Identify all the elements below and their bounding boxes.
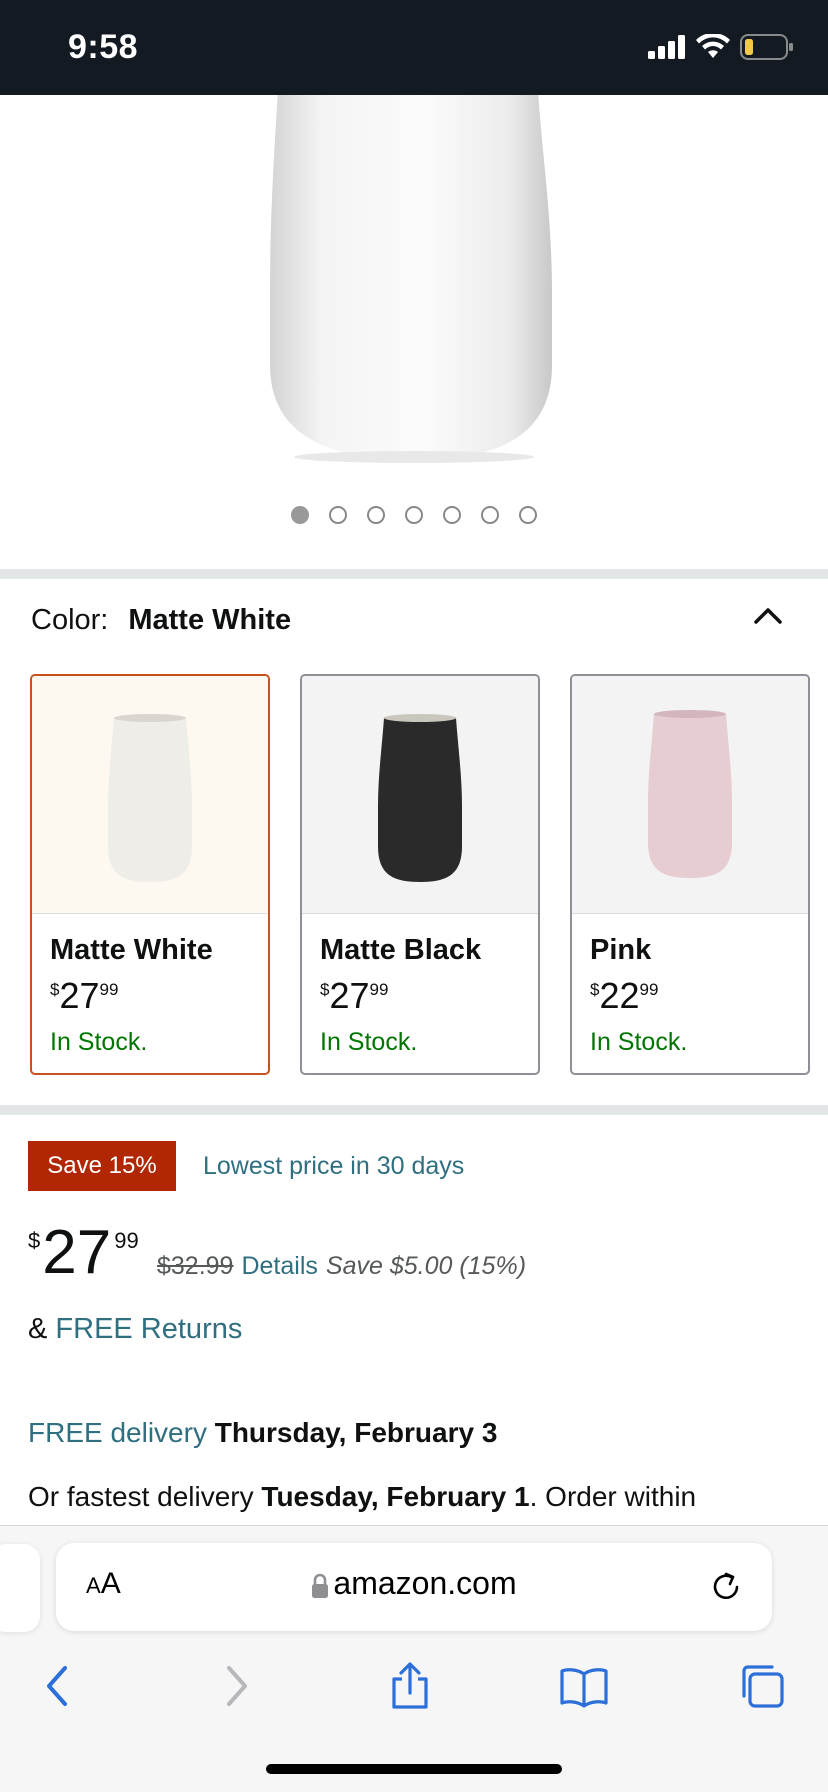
section-divider [0, 569, 828, 579]
book-icon [560, 1668, 608, 1708]
chevron-left-icon [47, 1666, 67, 1706]
deal-badge: Save 15% [28, 1141, 176, 1191]
status-time: 9:58 [68, 28, 139, 66]
selected-color-value: Matte White [128, 604, 292, 636]
fastest-delivery-line: Or fastest delivery Tuesday, February 1.… [28, 1481, 696, 1513]
swatch-pink[interactable]: Pink $ 22 99 In Stock. [570, 674, 810, 1075]
swatch-name: Matte White [50, 934, 213, 966]
lowest-price-note: Lowest price in 30 days [203, 1152, 465, 1180]
fastest-delivery-suffix: . Order within [529, 1481, 697, 1512]
swatch-image [572, 676, 808, 914]
color-label: Color: [31, 604, 109, 636]
reload-icon[interactable] [706, 1567, 746, 1607]
list-price: $32.99 [157, 1252, 234, 1280]
swatch-image [302, 676, 538, 914]
swatch-price: $ 27 99 [50, 975, 119, 1016]
battery-icon [740, 34, 793, 60]
product-hero-image[interactable] [0, 95, 828, 570]
returns-prefix: & [28, 1313, 48, 1345]
page-dot[interactable] [519, 506, 537, 524]
fastest-delivery-prefix: Or fastest delivery [28, 1481, 254, 1512]
url-text: amazon.com [333, 1565, 517, 1601]
price-cents: 99 [114, 1228, 139, 1253]
browser-toolbar: AA amazon.com [0, 1525, 828, 1792]
fastest-delivery-date: Tuesday, February 1 [261, 1481, 530, 1512]
color-swatches: Matte White $ 27 99 In Stock. Matte Blac… [30, 674, 810, 1075]
black-vase-thumbnail [378, 714, 462, 882]
swatch-price: $ 22 99 [590, 975, 659, 1016]
white-vase-thumbnail [108, 714, 192, 882]
address-bar[interactable]: AA amazon.com [56, 1543, 772, 1631]
page-dot[interactable] [329, 506, 347, 524]
bookmarks-button[interactable] [554, 1656, 614, 1716]
vase-image [270, 95, 552, 463]
swatch-price: $ 27 99 [320, 975, 389, 1016]
share-icon [392, 1662, 428, 1709]
free-delivery-line: FREE delivery Thursday, February 3 [28, 1417, 497, 1449]
forward-button[interactable] [206, 1656, 266, 1716]
url-display[interactable]: amazon.com [56, 1565, 772, 1602]
stock-status: In Stock. [320, 1028, 418, 1056]
status-icons [648, 34, 794, 60]
page-dot[interactable] [405, 506, 423, 524]
details-link[interactable]: Details [241, 1252, 317, 1281]
main-price: $ 27 99 [28, 1222, 139, 1284]
home-indicator [266, 1764, 562, 1774]
color-selector-header: Color: Matte White [31, 604, 291, 637]
status-bar: 9:58 [0, 0, 828, 95]
free-delivery-date: Thursday, February 3 [214, 1417, 498, 1448]
swatch-name: Matte Black [320, 934, 482, 966]
section-divider [0, 1105, 828, 1115]
share-button[interactable] [380, 1656, 440, 1716]
page-dot[interactable] [443, 506, 461, 524]
returns-line: & FREE Returns [28, 1313, 242, 1346]
price-currency: $ [28, 1228, 41, 1253]
page-dot[interactable] [481, 506, 499, 524]
page-dot[interactable] [291, 506, 309, 524]
swatch-matte-black[interactable]: Matte Black $ 27 99 In Stock. [300, 674, 540, 1075]
chevron-right-icon [227, 1666, 247, 1706]
stock-status: In Stock. [50, 1028, 148, 1056]
stock-status: In Stock. [590, 1028, 688, 1056]
back-button[interactable] [28, 1656, 88, 1716]
pink-vase-thumbnail [648, 710, 732, 878]
swatch-matte-white[interactable]: Matte White $ 27 99 In Stock. [30, 674, 270, 1075]
price-extra: $32.99 Details Save $5.00 (15%) [157, 1252, 526, 1281]
page-dot[interactable] [367, 506, 385, 524]
swatch-name: Pink [590, 934, 652, 966]
swatch-image [32, 676, 268, 914]
savings-text: Save $5.00 (15%) [325, 1252, 527, 1280]
tabs-icon [742, 1665, 784, 1708]
chevron-up-icon[interactable] [748, 600, 788, 630]
free-delivery-link[interactable]: FREE delivery [28, 1417, 207, 1448]
previous-tab-peek[interactable] [0, 1544, 40, 1632]
free-returns-link[interactable]: FREE Returns [55, 1313, 242, 1345]
tabs-button[interactable] [732, 1656, 792, 1716]
signal-icon [648, 35, 685, 59]
image-pagination[interactable] [0, 506, 828, 524]
browser-nav-row [0, 1656, 828, 1716]
price-whole: 27 [42, 1218, 112, 1287]
wifi-icon [696, 34, 730, 58]
lock-icon [312, 1573, 329, 1598]
